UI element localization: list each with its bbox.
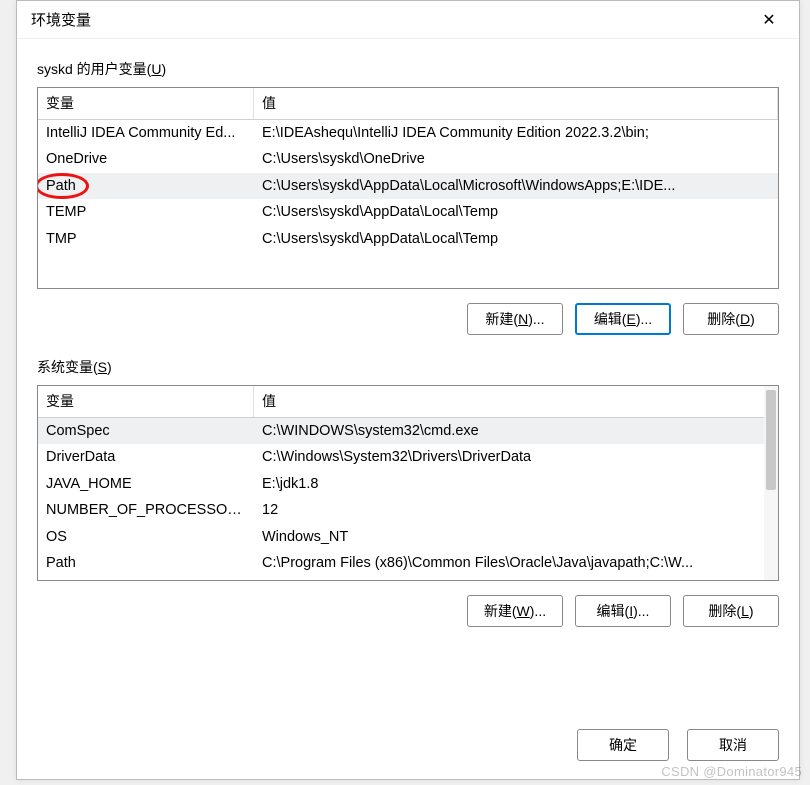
dialog-content: syskd 的用户变量(U) 变量 值 IntelliJ IDEA Commun…	[17, 39, 799, 717]
var-value: E:\IDEAshequ\IntelliJ IDEA Community Edi…	[254, 121, 778, 145]
var-name: JAVA_HOME	[38, 472, 254, 496]
window-title: 环境变量	[31, 9, 749, 30]
user-vars-header: 变量 值	[38, 88, 778, 120]
var-value: Windows_NT	[254, 525, 778, 549]
var-value: C:\WINDOWS\system32\cmd.exe	[254, 419, 778, 443]
table-row[interactable]: JAVA_HOMEE:\jdk1.8	[38, 471, 778, 497]
table-row[interactable]: TMPC:\Users\syskd\AppData\Local\Temp	[38, 226, 778, 252]
var-value: C:\Users\syskd\AppData\Local\Temp	[254, 227, 778, 251]
user-edit-button[interactable]: 编辑(E)...	[575, 303, 671, 335]
var-value: C:\Users\syskd\OneDrive	[254, 147, 778, 171]
system-vars-header: 变量 值	[38, 386, 778, 418]
var-name: OS	[38, 525, 254, 549]
table-row[interactable]: PathC:\Users\syskd\AppData\Local\Microso…	[38, 173, 778, 199]
watermark: CSDN @Dominator945	[661, 764, 802, 779]
col-header-value[interactable]: 值	[254, 88, 778, 119]
table-row[interactable]: PATHEXT.COM;.EXE;.BAT;.CMD;.VBS;.VBE;.JS…	[38, 577, 778, 581]
system-vars-list[interactable]: 变量 值 ComSpecC:\WINDOWS\system32\cmd.exeD…	[37, 385, 779, 581]
var-value: C:\Windows\System32\Drivers\DriverData	[254, 445, 778, 469]
col-header-value[interactable]: 值	[254, 386, 778, 417]
table-row[interactable]: TEMPC:\Users\syskd\AppData\Local\Temp	[38, 199, 778, 225]
var-value: E:\jdk1.8	[254, 472, 778, 496]
cancel-button[interactable]: 取消	[687, 729, 779, 761]
user-vars-buttons: 新建(N)... 编辑(E)... 删除(D)	[37, 303, 779, 335]
var-name: TMP	[38, 227, 254, 251]
env-vars-dialog: 环境变量 ✕ syskd 的用户变量(U) 变量 值 IntelliJ IDEA…	[16, 0, 800, 780]
ok-button[interactable]: 确定	[577, 729, 669, 761]
user-vars-label: syskd 的用户变量(U)	[37, 59, 779, 79]
system-delete-button[interactable]: 删除(L)	[683, 595, 779, 627]
var-name: NUMBER_OF_PROCESSORS	[38, 498, 254, 522]
var-name: OneDrive	[38, 147, 254, 171]
var-name: ComSpec	[38, 419, 254, 443]
var-name: PATHEXT	[38, 578, 254, 581]
table-row[interactable]: NUMBER_OF_PROCESSORS12	[38, 497, 778, 523]
table-row[interactable]: PathC:\Program Files (x86)\Common Files\…	[38, 550, 778, 576]
table-row[interactable]: IntelliJ IDEA Community Ed...E:\IDEAsheq…	[38, 120, 778, 146]
system-new-button[interactable]: 新建(W)...	[467, 595, 563, 627]
user-new-button[interactable]: 新建(N)...	[467, 303, 563, 335]
close-icon[interactable]: ✕	[749, 1, 789, 38]
table-row[interactable]: ComSpecC:\WINDOWS\system32\cmd.exe	[38, 418, 778, 444]
var-name: TEMP	[38, 200, 254, 224]
var-value: C:\Program Files (x86)\Common Files\Orac…	[254, 551, 778, 575]
system-vars-label: 系统变量(S)	[37, 357, 779, 377]
var-name: IntelliJ IDEA Community Ed...	[38, 121, 254, 145]
table-row[interactable]: OSWindows_NT	[38, 524, 778, 550]
col-header-name[interactable]: 变量	[38, 88, 254, 119]
var-value: C:\Users\syskd\AppData\Local\Temp	[254, 200, 778, 224]
table-row[interactable]: OneDriveC:\Users\syskd\OneDrive	[38, 146, 778, 172]
user-vars-list[interactable]: 变量 值 IntelliJ IDEA Community Ed...E:\IDE…	[37, 87, 779, 289]
system-edit-button[interactable]: 编辑(I)...	[575, 595, 671, 627]
col-header-name[interactable]: 变量	[38, 386, 254, 417]
user-delete-button[interactable]: 删除(D)	[683, 303, 779, 335]
var-value: C:\Users\syskd\AppData\Local\Microsoft\W…	[254, 174, 778, 198]
var-value: .COM;.EXE;.BAT;.CMD;.VBS;.VBE;.JS;.JSE;.…	[254, 578, 778, 581]
scrollbar-thumb[interactable]	[766, 390, 776, 490]
var-name: DriverData	[38, 445, 254, 469]
table-row[interactable]: DriverDataC:\Windows\System32\Drivers\Dr…	[38, 444, 778, 470]
var-name: Path	[38, 174, 254, 198]
system-vars-buttons: 新建(W)... 编辑(I)... 删除(L)	[37, 595, 779, 627]
var-value: 12	[254, 498, 778, 522]
scrollbar[interactable]	[764, 386, 778, 580]
var-name: Path	[38, 551, 254, 575]
titlebar: 环境变量 ✕	[17, 1, 799, 39]
